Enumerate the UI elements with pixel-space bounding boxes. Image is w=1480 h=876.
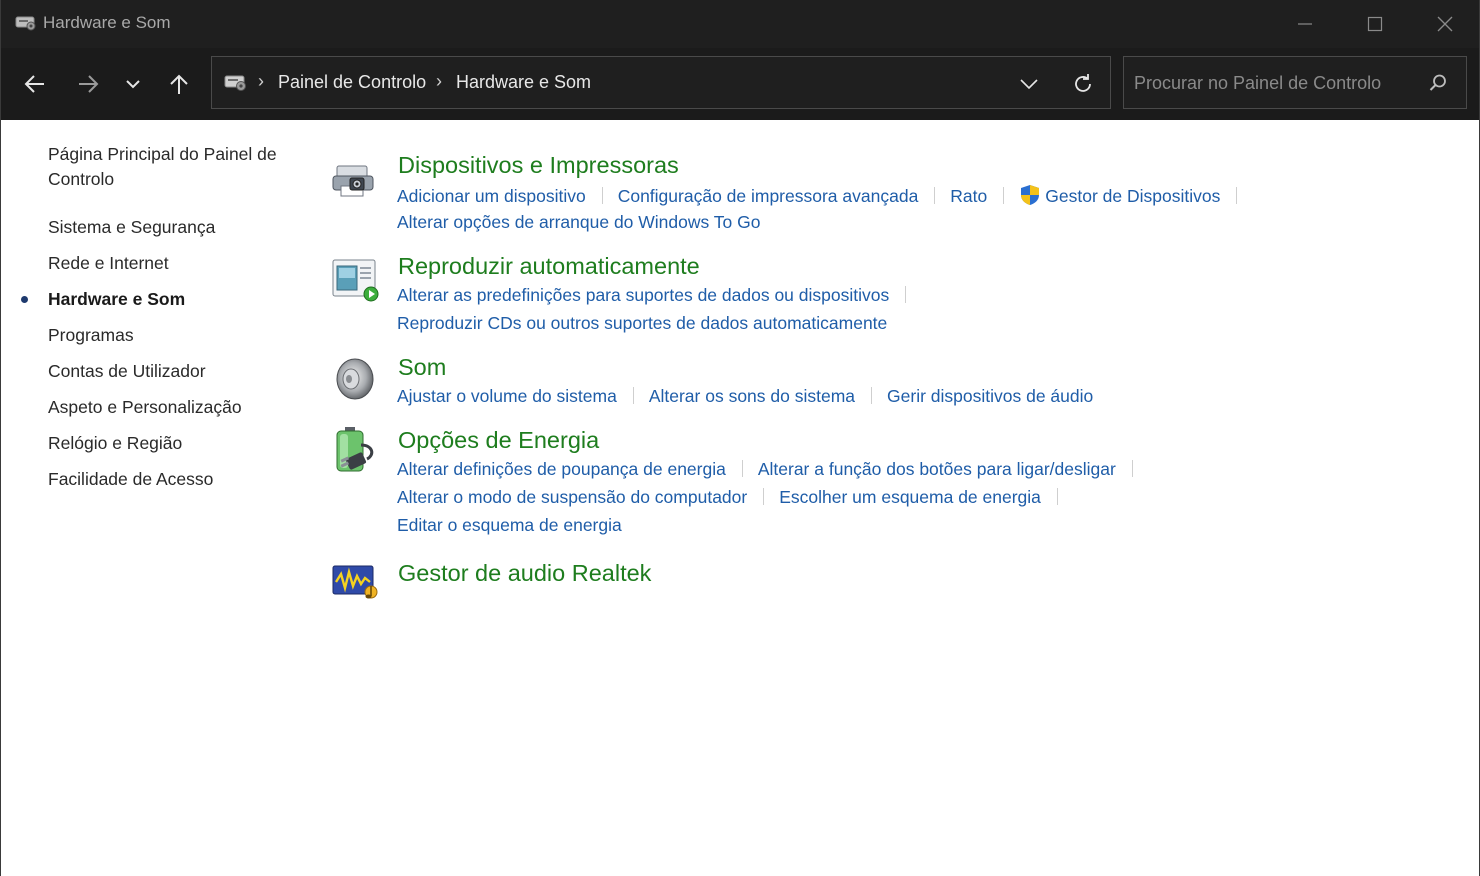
search-input[interactable]	[1124, 57, 1426, 110]
uac-shield-icon	[1021, 185, 1040, 205]
power-buttons-link[interactable]: Alterar a função dos botões para ligar/d…	[758, 459, 1116, 480]
windows-to-go-link[interactable]: Alterar opções de arranque do Windows To…	[397, 212, 761, 233]
arrow-up-icon	[170, 74, 188, 94]
title-bar: Hardware e Som	[1, 0, 1479, 48]
arrow-right-icon	[79, 75, 99, 93]
chevron-down-icon	[1020, 79, 1038, 90]
sound-tasks-row-1: Ajustar o volume do sistema Alterar os so…	[397, 386, 1093, 407]
device-manager-link[interactable]: Gestor de Dispositivos	[1045, 186, 1220, 207]
task-separator	[1003, 187, 1005, 204]
sidebar-item-home[interactable]: Página Principal do Painel de Controlo	[48, 142, 288, 192]
manage-audio-devices-link[interactable]: Gerir dispositivos de áudio	[887, 386, 1093, 407]
change-media-defaults-link[interactable]: Alterar as predefinições para suportes d…	[397, 285, 889, 306]
edit-power-plan-link[interactable]: Editar o esquema de energia	[397, 515, 622, 536]
minimize-button[interactable]	[1269, 0, 1341, 48]
devices-tasks-row-1: Adicionar um dispositivo Configuração de …	[397, 184, 1252, 207]
sound-title[interactable]: Som	[398, 354, 446, 381]
power-saving-settings-link[interactable]: Alterar definições de poupança de energi…	[397, 459, 726, 480]
realtek-audio-title[interactable]: Gestor de audio Realtek	[398, 560, 651, 587]
back-button[interactable]	[19, 68, 51, 100]
sidebar-item-system-security[interactable]: Sistema e Segurança	[48, 215, 215, 240]
speaker-icon[interactable]	[331, 356, 377, 407]
up-button[interactable]	[163, 68, 195, 100]
devices-tasks-row-2: Alterar opções de arranque do Windows To…	[397, 212, 761, 233]
chevron-down-icon	[126, 80, 140, 89]
sleep-mode-link[interactable]: Alterar o modo de suspensão do computado…	[397, 487, 747, 508]
realtek-audio-icon[interactable]	[331, 562, 379, 607]
window-title: Hardware e Som	[43, 13, 171, 32]
task-separator	[871, 387, 873, 404]
task-separator	[1056, 488, 1058, 505]
choose-power-plan-link[interactable]: Escolher um esquema de energia	[779, 487, 1041, 508]
search-box[interactable]	[1123, 56, 1467, 110]
autoplay-icon[interactable]	[331, 257, 379, 308]
task-separator	[741, 460, 743, 477]
power-tasks-row-3: Editar o esquema de energia	[397, 515, 622, 536]
task-separator	[601, 187, 603, 204]
autoplay-cds-link[interactable]: Reproduzir CDs ou outros suportes de dad…	[397, 313, 887, 334]
breadcrumb-hardware-sound[interactable]: Hardware e Som	[456, 72, 591, 93]
control-panel-icon	[224, 73, 248, 98]
adjust-volume-link[interactable]: Ajustar o volume do sistema	[397, 386, 617, 407]
arrow-left-icon	[24, 75, 44, 93]
task-separator	[934, 187, 936, 204]
sidebar: Página Principal do Painel de Controlo S…	[1, 120, 301, 876]
navigation-bar: › Painel de Controlo › Hardware e Som	[1, 48, 1479, 120]
sidebar-item-programs[interactable]: Programas	[48, 323, 134, 348]
printer-devices-icon[interactable]	[331, 160, 377, 205]
forward-button[interactable]	[72, 68, 104, 100]
sidebar-item-ease-of-access[interactable]: Facilidade de Acesso	[48, 467, 213, 492]
task-separator	[763, 488, 765, 505]
change-system-sounds-link[interactable]: Alterar os sons do sistema	[649, 386, 855, 407]
power-options-title[interactable]: Opções de Energia	[398, 427, 599, 454]
main-content: Dispositivos e Impressoras Adicionar um …	[321, 120, 1461, 876]
power-tasks-row-2: Alterar o modo de suspensão do computado…	[397, 487, 1073, 508]
control-panel-icon	[15, 14, 37, 37]
maximize-button[interactable]	[1339, 0, 1411, 48]
task-separator	[1131, 460, 1133, 477]
autoplay-tasks-row-1: Alterar as predefinições para suportes d…	[397, 285, 921, 306]
address-bar[interactable]: › Painel de Controlo › Hardware e Som	[211, 56, 1111, 109]
sidebar-item-clock-region[interactable]: Relógio e Região	[48, 431, 182, 456]
breadcrumb-separator: ›	[436, 71, 442, 91]
power-tasks-row-1: Alterar definições de poupança de energi…	[397, 459, 1148, 480]
advanced-printer-setup-link[interactable]: Configuração de impressora avançada	[618, 186, 919, 207]
sidebar-item-network-internet[interactable]: Rede e Internet	[48, 251, 169, 276]
battery-plug-icon[interactable]	[331, 425, 379, 482]
search-icon[interactable]	[1428, 73, 1448, 98]
add-device-link[interactable]: Adicionar um dispositivo	[397, 186, 586, 207]
active-bullet	[21, 296, 28, 303]
task-separator	[905, 286, 907, 303]
mouse-link[interactable]: Rato	[950, 186, 987, 207]
breadcrumb-separator: ›	[258, 71, 264, 91]
recent-locations-button[interactable]	[117, 68, 149, 100]
task-separator	[1236, 187, 1238, 204]
address-history-button[interactable]	[1014, 69, 1044, 99]
control-panel-window: Hardware e Som › Painel de Controlo › Ha…	[0, 0, 1480, 876]
refresh-button[interactable]	[1068, 69, 1098, 99]
autoplay-title[interactable]: Reproduzir automaticamente	[398, 253, 700, 280]
refresh-icon	[1075, 74, 1091, 92]
sidebar-item-appearance[interactable]: Aspeto e Personalização	[48, 395, 242, 420]
breadcrumb-control-panel[interactable]: Painel de Controlo	[278, 72, 426, 93]
close-button[interactable]	[1409, 0, 1479, 48]
autoplay-tasks-row-2: Reproduzir CDs ou outros suportes de dad…	[397, 313, 887, 334]
sidebar-item-user-accounts[interactable]: Contas de Utilizador	[48, 359, 206, 384]
devices-printers-title[interactable]: Dispositivos e Impressoras	[398, 152, 679, 179]
task-separator	[632, 387, 634, 404]
sidebar-item-hardware-sound[interactable]: Hardware e Som	[48, 287, 185, 312]
